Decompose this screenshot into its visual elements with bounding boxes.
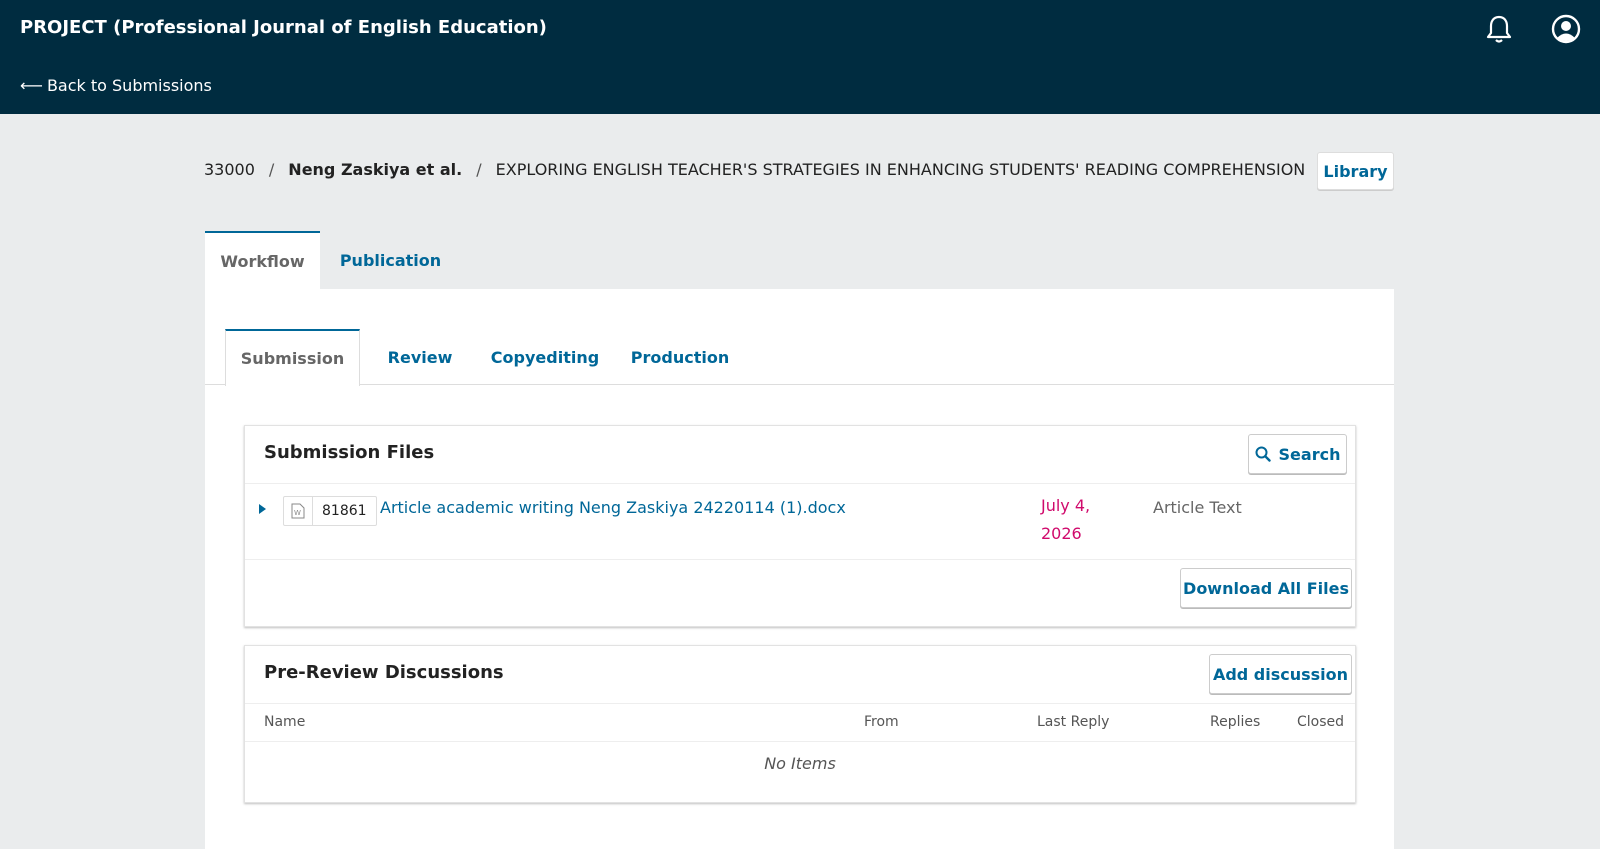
empty-state-text: No Items: [764, 754, 836, 773]
column-header-from: From: [864, 714, 899, 730]
column-header-closed: Closed: [1297, 714, 1345, 730]
svg-text:W: W: [294, 509, 301, 517]
file-id-badge: W 81861: [283, 496, 377, 526]
submission-files-card: Submission Files Search W 81861 Article …: [244, 425, 1356, 627]
search-label: Search: [1278, 444, 1341, 464]
download-all-files-button[interactable]: Download All Files: [1180, 568, 1352, 608]
breadcrumb-separator: /: [268, 160, 275, 179]
file-type: Article Text: [1153, 498, 1242, 517]
tab-copyediting[interactable]: Copyediting: [480, 329, 610, 385]
tab-submission[interactable]: Submission: [225, 329, 360, 386]
column-header-replies: Replies: [1210, 714, 1261, 730]
user-account-icon[interactable]: [1549, 12, 1583, 46]
search-files-button[interactable]: Search: [1248, 434, 1347, 474]
file-id: 81861: [322, 503, 367, 519]
library-button[interactable]: Library: [1317, 152, 1394, 190]
card-divider: [245, 741, 1355, 742]
back-link-label: Back to Submissions: [46, 76, 212, 95]
card-divider: [245, 703, 1355, 704]
bell-icon[interactable]: [1482, 12, 1516, 46]
search-icon: [1255, 446, 1271, 462]
card-divider: [245, 559, 1355, 560]
workflow-panel: Submission Review Copyediting Production…: [205, 289, 1394, 849]
file-date: July 4, 2026: [1041, 496, 1091, 543]
breadcrumb: 33000 / Neng Zaskiya et al. / EXPLORING …: [204, 160, 1305, 179]
tab-review[interactable]: Review: [368, 329, 472, 385]
submission-title: EXPLORING ENGLISH TEACHER'S STRATEGIES I…: [495, 160, 1306, 179]
expand-row-icon[interactable]: [259, 504, 266, 514]
submission-author: Neng Zaskiya et al.: [288, 160, 463, 179]
tab-production[interactable]: Production: [618, 329, 742, 385]
column-header-name: Name: [264, 714, 306, 730]
tab-publication[interactable]: Publication: [333, 231, 448, 289]
submission-id: 33000: [204, 160, 255, 179]
file-name-link[interactable]: Article academic writing Neng Zaskiya 24…: [380, 498, 846, 517]
pre-review-discussions-card: Pre-Review Discussions Add discussion Na…: [244, 645, 1356, 803]
back-to-submissions-link[interactable]: ⟵ Back to Submissions: [20, 76, 212, 95]
card-divider: [245, 483, 1355, 484]
word-document-icon: W: [284, 497, 313, 525]
add-discussion-button[interactable]: Add discussion: [1209, 654, 1352, 694]
column-header-last-reply: Last Reply: [1037, 714, 1110, 730]
back-arrow-icon: ⟵: [20, 76, 43, 95]
top-bar: PROJECT (Professional Journal of English…: [0, 0, 1600, 114]
site-title[interactable]: PROJECT (Professional Journal of English…: [20, 17, 547, 38]
tab-workflow[interactable]: Workflow: [205, 231, 320, 289]
breadcrumb-separator: /: [476, 160, 482, 179]
submission-files-title: Submission Files: [264, 442, 435, 463]
discussions-title: Pre-Review Discussions: [264, 662, 504, 683]
